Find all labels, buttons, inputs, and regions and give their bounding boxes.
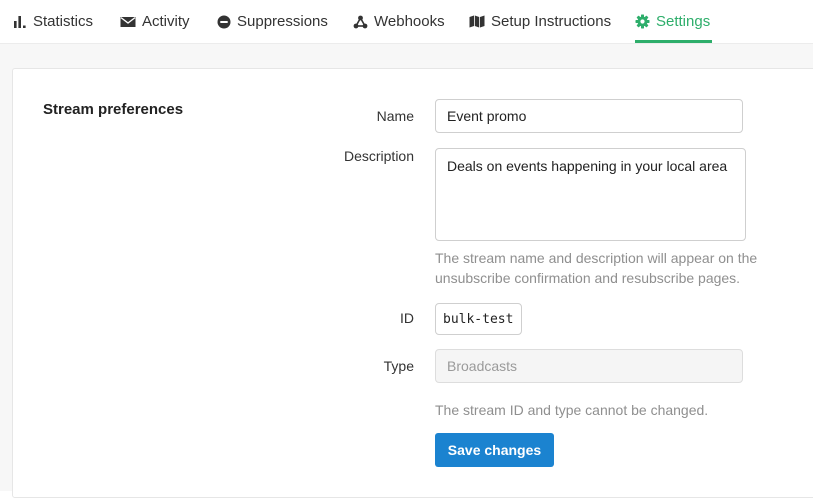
tab-label: Settings — [656, 13, 711, 30]
envelope-icon — [120, 16, 136, 28]
id-value: bulk-test — [443, 312, 514, 327]
tab-settings[interactable]: Settings — [635, 0, 713, 43]
type-value: Broadcasts — [447, 358, 518, 374]
tab-statistics[interactable]: Statistics — [13, 0, 93, 43]
description-value: Deals on events happening in your local … — [447, 158, 728, 174]
type-label: Type — [383, 358, 414, 374]
tab-bar: Statistics Activity Suppressions Webhook… — [0, 0, 813, 44]
type-help-text: The stream ID and type cannot be changed… — [435, 402, 709, 418]
type-input: Broadcasts — [435, 349, 743, 383]
gear-icon — [635, 14, 650, 29]
minus-circle-icon — [217, 15, 231, 29]
tab-setup-instructions[interactable]: Setup Instructions — [469, 0, 611, 43]
name-label: Name — [376, 108, 414, 124]
webhooks-icon — [353, 15, 368, 29]
tab-suppressions[interactable]: Suppressions — [217, 0, 328, 43]
map-icon — [469, 15, 485, 28]
name-value: Event promo — [447, 108, 527, 124]
name-input[interactable]: Event promo — [435, 99, 743, 133]
section-title: Stream preferences — [43, 101, 184, 118]
tab-label: Suppressions — [237, 13, 328, 30]
save-changes-button[interactable]: Save changes — [435, 433, 554, 467]
tab-activity[interactable]: Activity — [120, 0, 190, 43]
tab-label: Statistics — [33, 13, 94, 30]
description-textarea[interactable]: Deals on events happening in your local … — [435, 148, 746, 241]
id-label: ID — [400, 310, 414, 326]
id-input: bulk-test — [435, 303, 522, 335]
tab-label: Webhooks — [374, 13, 445, 30]
tab-label: Setup Instructions — [491, 13, 612, 30]
description-label: Description — [343, 148, 414, 164]
tab-label: Activity — [142, 13, 190, 30]
tab-webhooks[interactable]: Webhooks — [353, 0, 445, 43]
description-help-text: The stream name and description will app… — [435, 250, 758, 286]
bar-chart-icon — [13, 15, 27, 29]
